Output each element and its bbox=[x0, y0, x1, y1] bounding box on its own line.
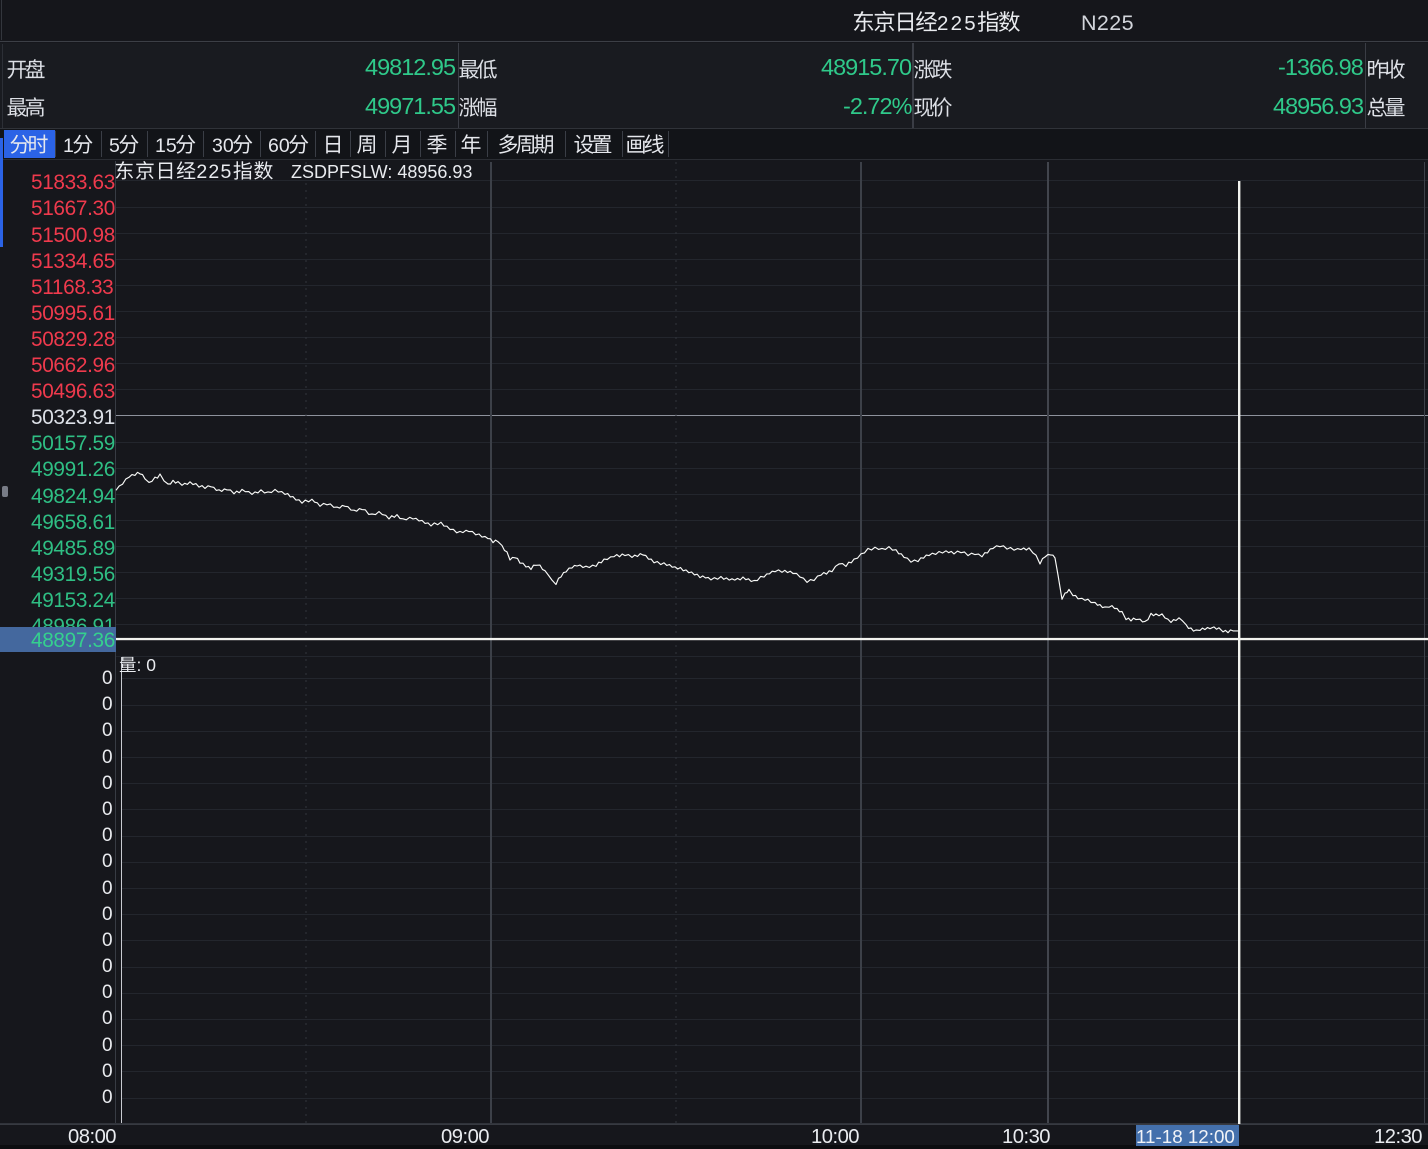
svg-text:0: 0 bbox=[102, 956, 113, 977]
svg-text:10:00: 10:00 bbox=[811, 1126, 859, 1148]
svg-text:48897.36: 48897.36 bbox=[31, 629, 115, 652]
svg-text:0: 0 bbox=[102, 930, 113, 951]
svg-text:51500.98: 51500.98 bbox=[31, 224, 115, 247]
svg-text:49824.94: 49824.94 bbox=[31, 485, 115, 508]
svg-text:51667.30: 51667.30 bbox=[31, 197, 115, 220]
svg-text:0: 0 bbox=[102, 773, 113, 794]
svg-text:49485.89: 49485.89 bbox=[31, 537, 115, 560]
svg-text:: 0: : 0 bbox=[137, 655, 157, 675]
svg-text:0: 0 bbox=[102, 982, 113, 1003]
svg-text:49658.61: 49658.61 bbox=[31, 511, 115, 534]
svg-text:12:30: 12:30 bbox=[1374, 1126, 1422, 1148]
svg-text:49153.24: 49153.24 bbox=[31, 589, 115, 612]
svg-text:0: 0 bbox=[102, 1035, 113, 1056]
svg-text:51334.65: 51334.65 bbox=[31, 250, 115, 273]
svg-text:ZSDPFSLW: 48956.93: ZSDPFSLW: 48956.93 bbox=[291, 162, 472, 182]
svg-text:0: 0 bbox=[102, 694, 113, 715]
svg-text:11-18 12:00: 11-18 12:00 bbox=[1136, 1126, 1235, 1147]
svg-text:225: 225 bbox=[197, 161, 233, 183]
svg-text:50829.28: 50829.28 bbox=[31, 328, 115, 351]
svg-text:0: 0 bbox=[102, 720, 113, 741]
svg-text:0: 0 bbox=[102, 1008, 113, 1029]
svg-text:50496.63: 50496.63 bbox=[31, 380, 115, 403]
svg-text:0: 0 bbox=[102, 851, 113, 872]
svg-text:0: 0 bbox=[102, 1061, 113, 1082]
svg-text:09:00: 09:00 bbox=[441, 1126, 489, 1148]
svg-text:0: 0 bbox=[102, 904, 113, 925]
svg-text:51168.33: 51168.33 bbox=[31, 276, 113, 299]
svg-text:08:00: 08:00 bbox=[68, 1126, 116, 1148]
svg-text:50662.96: 50662.96 bbox=[31, 354, 115, 377]
svg-text:49991.26: 49991.26 bbox=[31, 458, 115, 481]
svg-text:0: 0 bbox=[102, 878, 113, 899]
svg-text:0: 0 bbox=[102, 799, 113, 820]
svg-text:0: 0 bbox=[102, 668, 113, 689]
svg-text:0: 0 bbox=[102, 825, 113, 846]
svg-text:50995.61: 50995.61 bbox=[31, 302, 115, 325]
svg-text:0: 0 bbox=[102, 747, 113, 768]
svg-text:10:30: 10:30 bbox=[1002, 1126, 1050, 1148]
svg-text:51833.63: 51833.63 bbox=[31, 171, 115, 194]
svg-text:0: 0 bbox=[102, 1087, 113, 1108]
svg-text:49319.56: 49319.56 bbox=[31, 563, 115, 586]
svg-text:50323.91: 50323.91 bbox=[31, 406, 115, 429]
svg-text:50157.59: 50157.59 bbox=[31, 432, 115, 455]
